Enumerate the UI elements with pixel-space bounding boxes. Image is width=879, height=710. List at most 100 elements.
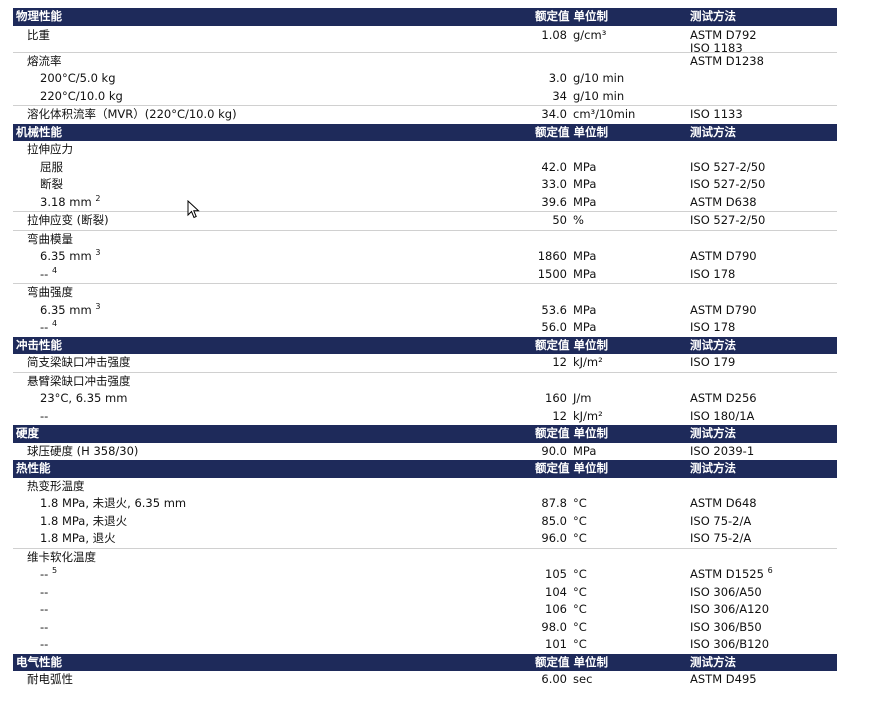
property-unit: °C (573, 584, 587, 599)
test-method-text: ASTM D648 (690, 496, 757, 510)
property-row: 1.8 MPa, 未退火 85.0 °C ISO 75-2/A (13, 513, 837, 531)
test-method: ASTM D790 (690, 248, 757, 266)
property-name: 220°C/10.0 kg (40, 88, 123, 106)
property-name: 热变形温度 (27, 478, 85, 496)
property-name-text: 1.8 MPa, 退火 (40, 531, 116, 545)
property-name: -- (40, 408, 48, 426)
property-value: 1860 (537, 249, 567, 263)
test-method: ISO 1133 (690, 106, 743, 124)
property-name: 拉伸应力 (27, 141, 73, 159)
test-method: ISO 306/A120 (690, 601, 769, 619)
section-title: 电气性能 (16, 654, 62, 669)
property-unit: g/10 min (573, 71, 625, 85)
property-row: 耐电弧性 6.00 sec ASTM D495 (13, 671, 837, 689)
property-row: 1.8 MPa, 退火 96.0 °C ISO 75-2/A (13, 530, 837, 548)
property-value: 3.0 (548, 71, 567, 85)
footnote-ref: 4 (51, 265, 58, 275)
property-row: 1.8 MPa, 未退火, 6.35 mm 87.8 °C ASTM D648 (13, 495, 837, 513)
property-value: 53.6 (541, 302, 567, 317)
value-unit-header: 额定值 单位制 (535, 124, 609, 139)
property-name: 1.8 MPa, 未退火 (40, 513, 127, 531)
property-row: 简支梁缺口冲击强度 12 kJ/m² ISO 179 (13, 354, 837, 372)
property-value: 6.00 (541, 672, 567, 686)
property-row: -- 5 105 °C ASTM D1525 6 (13, 566, 837, 584)
property-name: 比重 (27, 28, 50, 42)
section-header: 物理性能 额定值 单位制 测试方法 (13, 8, 837, 26)
property-unit: MPa (573, 302, 597, 317)
property-name: -- 4 (40, 266, 57, 284)
property-row: 比重 1.08 g/cm³ ASTM D792 ISO 1183 (13, 26, 837, 54)
property-unit: MPa (573, 177, 597, 191)
property-row: 热变形温度 (13, 478, 837, 496)
test-method: ISO 179 (690, 354, 735, 372)
property-name-text: 1.8 MPa, 未退火, 6.35 mm (40, 496, 187, 510)
property-row: 球压硬度 (H 358/30) 90.0 MPa ISO 2039-1 (13, 443, 837, 461)
property-name-text: -- (40, 637, 49, 651)
section-header: 冲击性能 额定值 单位制 测试方法 (13, 336, 837, 354)
property-unit: MPa (573, 443, 597, 458)
section-title: 硬度 (16, 426, 39, 440)
property-name: 球压硬度 (H 358/30) (27, 443, 138, 461)
section-title: 物理性能 (16, 9, 62, 23)
property-unit: % (573, 213, 584, 227)
property-row: -- 12 kJ/m² ISO 180/1A (13, 408, 837, 426)
property-name-text: 6.35 mm (40, 302, 92, 317)
property-name: 断裂 (40, 176, 63, 194)
test-method-text: ISO 1133 (690, 107, 743, 121)
test-method-text: ISO 306/B120 (690, 637, 770, 651)
footnote-ref: 6 (767, 566, 773, 575)
test-method-text: ISO 306/B50 (690, 619, 762, 634)
value-unit-header: 额定值 单位制 (535, 461, 609, 475)
property-row: -- 98.0 °C ISO 306/B50 (13, 619, 837, 637)
property-row: -- 4 1500 MPa ISO 178 (13, 266, 837, 284)
footnote-ref: 4 (51, 319, 58, 328)
property-name-text: 屈服 (40, 159, 63, 174)
property-unit: kJ/m² (573, 408, 603, 423)
property-unit: MPa (573, 266, 597, 281)
property-name-text: 弯曲强度 (27, 285, 73, 299)
property-name-text: -- (40, 320, 49, 334)
test-method-header: 测试方法 (690, 9, 736, 23)
property-value: 105 (545, 567, 567, 581)
property-name: 熔流率 (27, 53, 62, 71)
test-method: ISO 527-2/50 (690, 212, 765, 230)
property-unit: cm³/10min (573, 107, 636, 121)
test-method-text: ISO 2039-1 (690, 443, 755, 458)
test-method-text: ASTM D638 (690, 194, 757, 209)
property-name: 1.8 MPa, 退火 (40, 530, 116, 548)
property-value: 34.0 (541, 107, 567, 121)
test-method: ASTM D1525 6 (690, 566, 773, 584)
value-unit-header: 额定值 单位制 (535, 654, 609, 669)
property-name: -- 4 (40, 319, 57, 337)
test-method: ISO 306/B120 (690, 636, 769, 654)
property-name: -- (40, 601, 48, 619)
property-name-text: 耐电弧性 (27, 672, 73, 686)
property-row: 220°C/10.0 kg 34 g/10 min (13, 88, 837, 106)
property-row: -- 4 56.0 MPa ISO 178 (13, 319, 837, 337)
test-method-text: ASTM D790 (690, 249, 757, 263)
test-method-header: 测试方法 (690, 461, 736, 475)
test-method-header: 测试方法 (690, 337, 736, 352)
property-name-text: -- (40, 567, 49, 581)
property-row: -- 101 °C ISO 306/B120 (13, 636, 837, 654)
property-row: -- 104 °C ISO 306/A50 (13, 584, 837, 602)
property-unit: °C (573, 496, 587, 510)
property-value: 50 (552, 213, 567, 227)
property-row: 弯曲模量 (13, 229, 837, 249)
test-method-text: ISO 306/A50 (690, 584, 762, 599)
property-unit: MPa (573, 159, 597, 174)
test-method-text: ISO 527-2/50 (690, 159, 766, 174)
property-value: 96.0 (541, 531, 567, 545)
property-row: 6.35 mm 3 1860 MPa ASTM D790 (13, 248, 837, 266)
property-name: 溶化体积流率（MVR）(220°C/10.0 kg) (27, 106, 237, 124)
property-value: 34 (552, 88, 567, 103)
test-method-text: ASTM D1238 (690, 53, 764, 68)
section-title: 冲击性能 (16, 337, 62, 352)
property-value: 85.0 (541, 513, 567, 528)
test-method-text: ISO 527-2/50 (690, 213, 766, 227)
test-method-text: ISO 75-2/A (690, 513, 752, 528)
footnote-ref: 5 (51, 566, 58, 575)
property-name-text: 220°C/10.0 kg (40, 88, 123, 103)
property-unit: kJ/m² (573, 355, 603, 369)
test-method: ISO 75-2/A (690, 530, 751, 548)
